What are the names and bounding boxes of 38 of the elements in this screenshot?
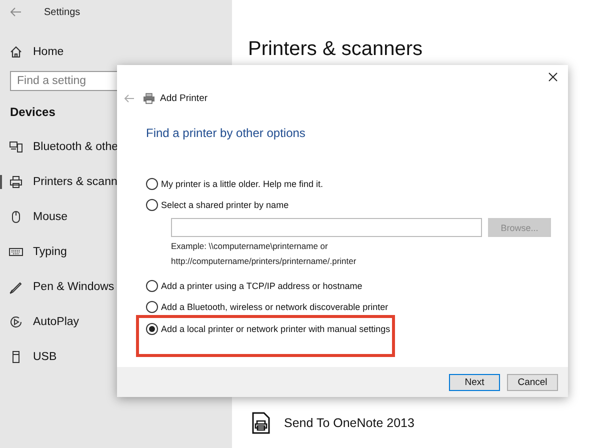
back-arrow-icon[interactable]: [10, 7, 22, 17]
page-title: Printers & scanners: [248, 38, 424, 61]
next-button[interactable]: Next: [449, 374, 500, 390]
section-heading: Devices: [10, 105, 56, 119]
sidebar-item[interactable]: USB: [0, 339, 59, 374]
radio-option[interactable]: Add a Bluetooth, wireless or network discoverable printer: [146, 296, 388, 318]
home-link[interactable]: Home: [0, 35, 66, 69]
sidebar-item[interactable]: Mouse: [0, 199, 70, 234]
radio-button[interactable]: [146, 301, 158, 313]
sidebar-item[interactable]: AutoPlay: [0, 304, 82, 339]
example-text: Example: \\computername\printername or http://computername/printers/printername/.printer: [171, 240, 358, 268]
sidebar-item[interactable]: Typing: [0, 234, 69, 269]
device-item[interactable]: Send To OneNote 2013: [252, 412, 590, 434]
autoplay-icon: [9, 314, 23, 328]
radio-button[interactable]: [146, 280, 158, 292]
radio-option[interactable]: Select a shared printer by name: [146, 194, 289, 216]
radio-button[interactable]: [146, 199, 158, 211]
mouse-icon: [9, 210, 23, 224]
radio-option[interactable]: Add a local printer or network printer with manual settings: [146, 318, 390, 339]
printer-name-field[interactable]: [171, 218, 482, 237]
app-title: Settings: [44, 6, 80, 18]
printer-icon: [143, 93, 155, 104]
home-icon: [9, 45, 23, 59]
radio-button[interactable]: [146, 178, 158, 190]
dialog-heading: Find a printer by other options: [146, 126, 306, 140]
radio-option[interactable]: My printer is a little older. Help me find it.: [146, 173, 324, 194]
sidebar-item[interactable]: Printers & scann: [0, 164, 120, 199]
sidebar-item[interactable]: Pen & Windows: [0, 269, 116, 304]
close-icon[interactable]: [548, 72, 558, 82]
dialog-title: Add Printer: [160, 93, 208, 104]
devices-icon: [9, 140, 23, 154]
printer-icon: [9, 174, 23, 188]
pen-icon: [9, 280, 23, 294]
cancel-button[interactable]: Cancel: [507, 374, 558, 390]
radio-button[interactable]: [146, 322, 158, 334]
printer-document-icon: [252, 412, 270, 434]
radio-option[interactable]: Add a printer using a TCP/IP address or hostname: [146, 275, 362, 296]
sidebar-item[interactable]: Bluetooth & othe: [0, 129, 120, 164]
